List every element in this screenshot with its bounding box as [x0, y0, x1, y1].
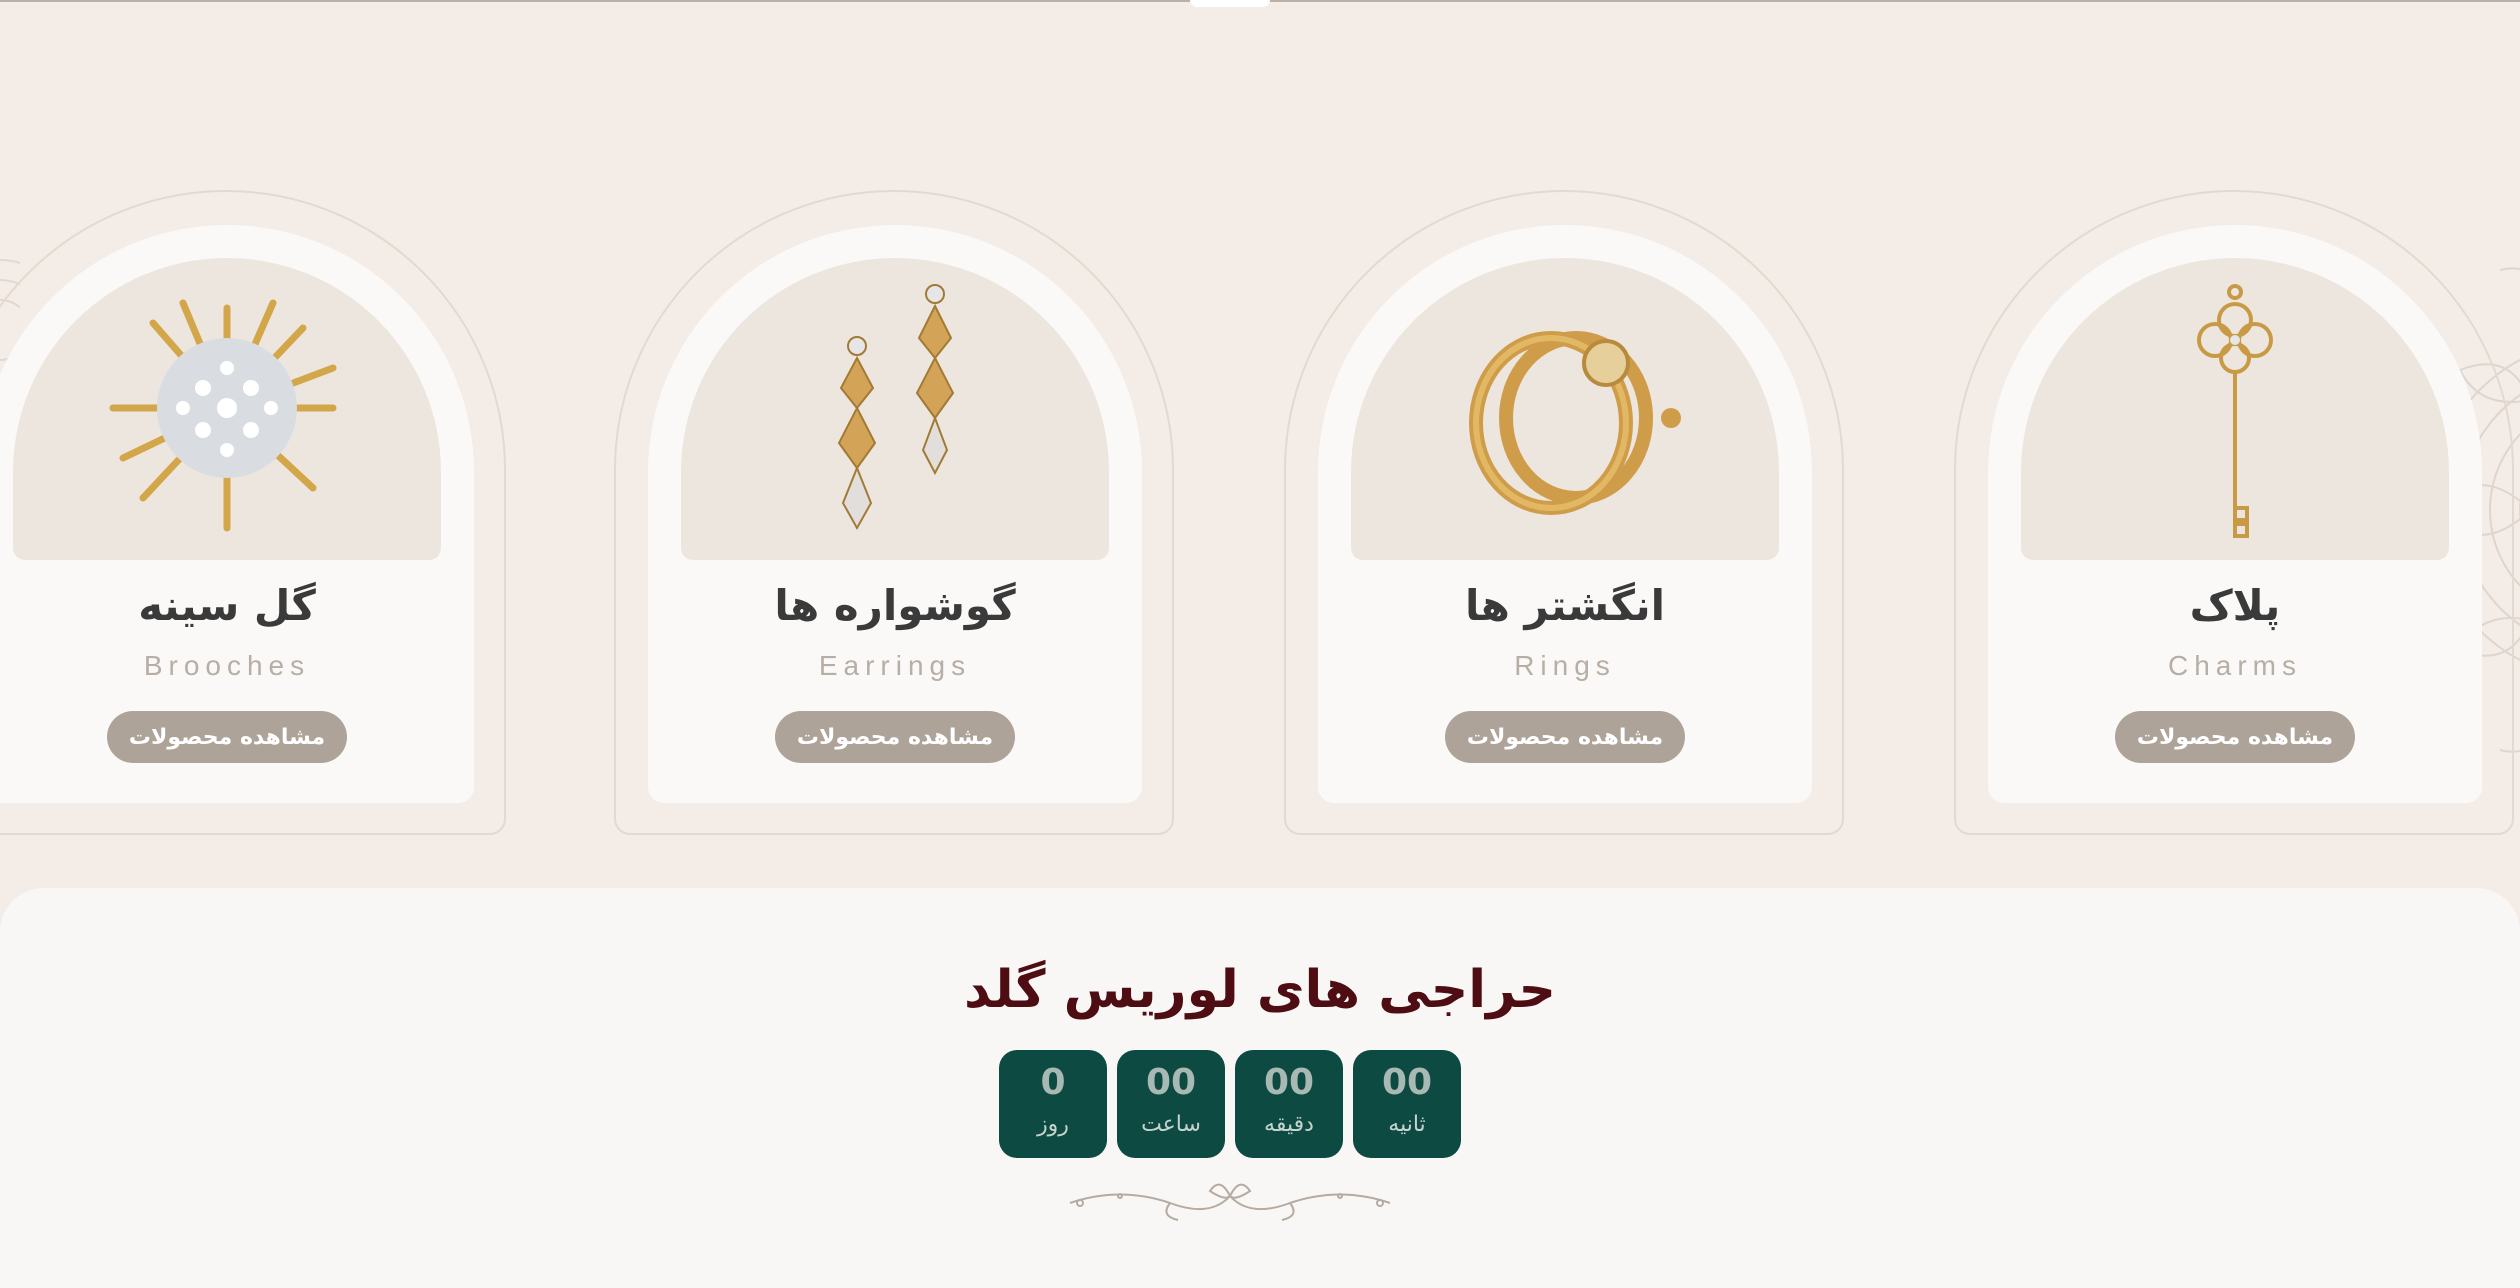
category-card-earrings[interactable]: گوشواره ها Earrings مشاهده محصولات [614, 190, 1174, 835]
countdown-minutes: 00 دقیقه [1235, 1050, 1343, 1158]
key-charm-image [2021, 258, 2449, 560]
countdown-value: 00 [1263, 1062, 1315, 1103]
earrings-image [681, 258, 1109, 560]
card-panel: گوشواره ها Earrings مشاهده محصولات [648, 225, 1142, 803]
countdown-label: روز [1037, 1112, 1069, 1137]
floral-divider-icon [1069, 1183, 1391, 1221]
countdown-seconds: 00 ثانیه [1353, 1050, 1461, 1158]
countdown-value: 00 [1145, 1062, 1197, 1103]
category-title: انگشتر ها [1464, 581, 1666, 630]
countdown-label: ساعت [1141, 1112, 1201, 1137]
countdown-value: 00 [1381, 1062, 1433, 1103]
card-panel: انگشتر ها Rings مشاهده محصولات [1318, 225, 1812, 803]
ring-image [1351, 258, 1779, 560]
card-panel: پلاک Charms مشاهده محصولات [1988, 225, 2482, 803]
card-panel: گل سینه Brooches مشاهده محصولات [0, 225, 474, 803]
countdown-label: ثانیه [1388, 1112, 1426, 1137]
countdown-value: 0 [1040, 1062, 1066, 1103]
countdown-label: دقیقه [1264, 1112, 1314, 1137]
category-card-rings[interactable]: انگشتر ها Rings مشاهده محصولات [1284, 190, 1844, 835]
view-products-button[interactable]: مشاهده محصولات [1445, 711, 1685, 763]
category-card-brooches[interactable]: گل سینه Brooches مشاهده محصولات [0, 190, 506, 835]
category-title: گوشواره ها [774, 581, 1016, 630]
sale-title: حراجی های لوریس گلد [964, 960, 1556, 1020]
view-products-button[interactable]: مشاهده محصولات [107, 711, 347, 763]
category-subtitle: Charms [2167, 650, 2302, 681]
category-subtitle: Rings [1514, 650, 1616, 681]
category-subtitle: Brooches [143, 650, 311, 681]
category-title: گل سینه [138, 581, 316, 630]
category-card-charms[interactable]: پلاک Charms مشاهده محصولات [1954, 190, 2514, 835]
header-notch [1190, 0, 1270, 7]
view-products-button[interactable]: مشاهده محصولات [2115, 711, 2355, 763]
countdown-hours: 00 ساعت [1117, 1050, 1225, 1158]
category-subtitle: Earrings [818, 650, 972, 681]
brooch-image [13, 258, 441, 560]
view-products-button[interactable]: مشاهده محصولات [775, 711, 1015, 763]
category-title: پلاک [2189, 581, 2281, 630]
countdown-days: 0 روز [999, 1050, 1107, 1158]
